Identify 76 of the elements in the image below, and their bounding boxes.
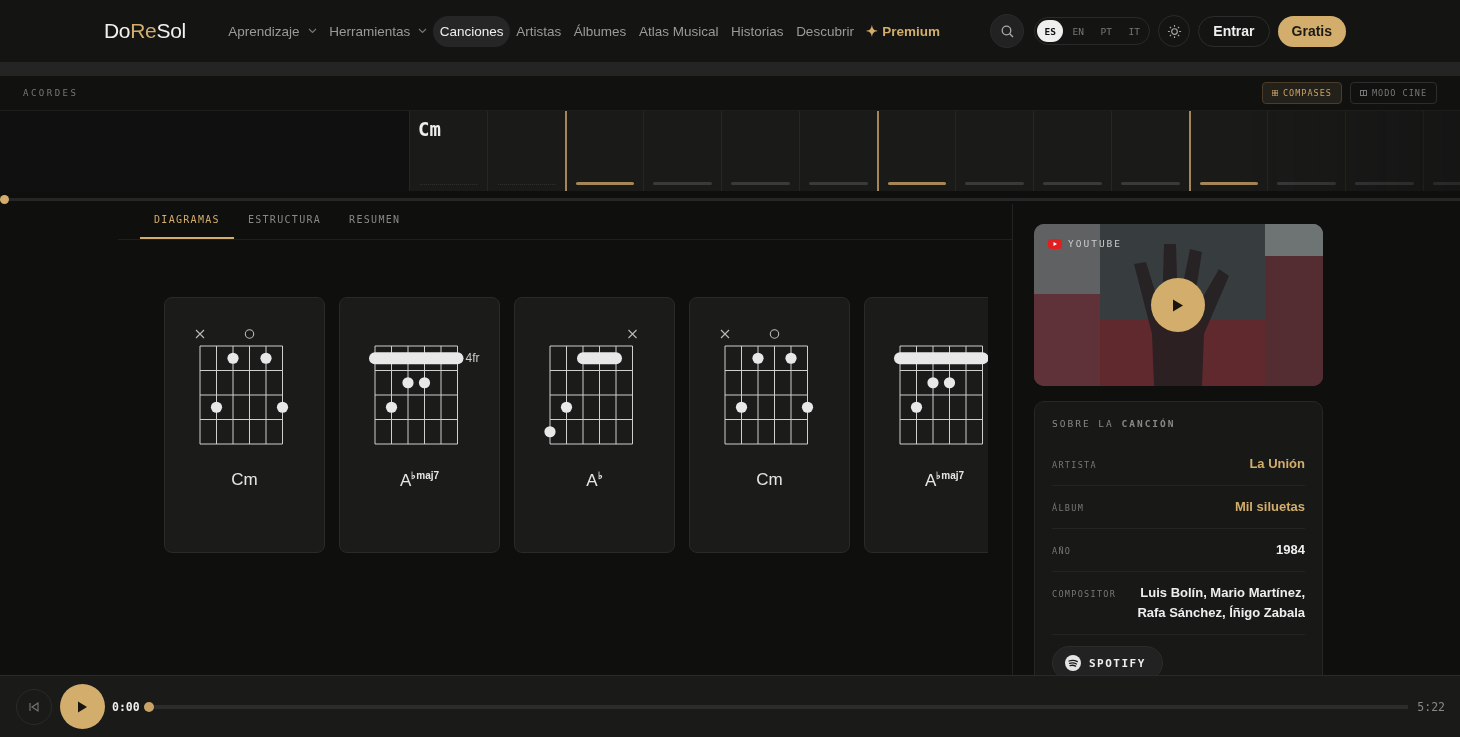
measure-cell[interactable] bbox=[799, 111, 877, 191]
seek-handle[interactable] bbox=[143, 701, 154, 712]
nav-menu[interactable]: Herramientas bbox=[322, 15, 434, 47]
chord-name: Cm bbox=[756, 470, 783, 490]
chord-name: A$^{♭maj7}$ bbox=[924, 470, 965, 491]
nav-link[interactable]: Canciones bbox=[433, 15, 510, 47]
video-source-label: YOUTUBE bbox=[1068, 238, 1123, 249]
chord-name: Cm bbox=[231, 470, 258, 490]
chord-card[interactable]: A$^{♭}$ bbox=[514, 297, 675, 553]
toggle-button[interactable]: COMPASES bbox=[1262, 82, 1342, 104]
info-label: AÑO bbox=[1052, 546, 1072, 556]
spotify-icon bbox=[1065, 655, 1081, 671]
measure-cell[interactable] bbox=[955, 111, 1033, 191]
measure-cell[interactable] bbox=[1033, 111, 1111, 191]
chord-card[interactable]: 4fr A$^{♭maj7}$ bbox=[339, 297, 500, 553]
section-label: ACORDES bbox=[23, 88, 79, 98]
tab[interactable]: DIAGRAMAS bbox=[140, 202, 234, 239]
playhead-handle[interactable] bbox=[0, 195, 9, 204]
spotify-button[interactable]: SPOTIFY bbox=[1052, 646, 1163, 675]
info-link[interactable]: La Unión bbox=[1249, 454, 1305, 474]
skip-back-icon bbox=[29, 701, 39, 712]
search-button[interactable] bbox=[990, 14, 1025, 48]
language-option[interactable]: EN bbox=[1065, 20, 1092, 42]
chord-label: Cm bbox=[418, 118, 441, 140]
info-label: COMPOSITOR bbox=[1052, 589, 1117, 599]
screen-icon bbox=[1359, 90, 1367, 96]
measure-cell[interactable] bbox=[565, 111, 643, 191]
measure-cell[interactable] bbox=[877, 111, 955, 191]
measure-cell[interactable] bbox=[1267, 111, 1345, 191]
info-value: Luis Bolín, Mario Martínez, Rafa Sánchez, Íñigo Zabala bbox=[1136, 584, 1305, 622]
measure-cell[interactable] bbox=[1345, 111, 1423, 191]
measure-cell[interactable] bbox=[1111, 111, 1189, 191]
video-icon bbox=[1048, 238, 1062, 249]
logo[interactable]: DoReSol bbox=[104, 19, 186, 43]
chord-name: A$^{♭}$ bbox=[586, 470, 603, 491]
language-option[interactable]: IT bbox=[1121, 20, 1148, 42]
nav-link[interactable]: Álbumes bbox=[567, 15, 633, 47]
measure-cell[interactable] bbox=[643, 111, 721, 191]
signup-button[interactable]: Gratis bbox=[1277, 15, 1346, 47]
duration: 5:22 bbox=[1417, 699, 1445, 714]
toggle-button[interactable]: MODO CINE bbox=[1349, 82, 1437, 104]
grid-icon bbox=[1272, 90, 1278, 96]
chord-name: A$^{♭maj7}$ bbox=[399, 470, 440, 491]
info-label: ARTISTA bbox=[1052, 460, 1097, 470]
fret-label: 4fr bbox=[465, 351, 479, 366]
play-button[interactable] bbox=[60, 684, 105, 729]
info-value: 1984 bbox=[1276, 541, 1305, 559]
play-icon bbox=[77, 700, 88, 713]
card-title: SOBRE LA CANCIÓN bbox=[1052, 418, 1177, 429]
tab[interactable]: ESTRUCTURA bbox=[233, 202, 336, 239]
timeline-track[interactable] bbox=[0, 195, 1460, 204]
measure-cell[interactable] bbox=[487, 111, 565, 191]
nav-menu[interactable]: Aprendizaje bbox=[221, 15, 323, 47]
language-option[interactable]: ES bbox=[1037, 20, 1064, 42]
play-icon bbox=[1172, 298, 1184, 312]
info-label: ÁLBUM bbox=[1052, 503, 1085, 513]
current-time: 0:00 bbox=[112, 699, 140, 714]
language-option[interactable]: PT bbox=[1093, 20, 1120, 42]
measure-cell[interactable] bbox=[1189, 111, 1267, 191]
chord-card[interactable]: Cm bbox=[164, 297, 325, 553]
search-icon bbox=[1000, 24, 1014, 38]
chord-card[interactable]: Cm bbox=[689, 297, 850, 553]
nav-link[interactable]: Artistas bbox=[509, 15, 568, 47]
tab[interactable]: RESUMEN bbox=[335, 202, 415, 239]
measure-cell[interactable] bbox=[721, 111, 799, 191]
measure-cell[interactable]: Cm bbox=[409, 111, 487, 191]
info-link[interactable]: Mil siluetas bbox=[1234, 497, 1305, 517]
sun-icon bbox=[1166, 23, 1182, 39]
nav-link[interactable]: Atlas Musical bbox=[632, 15, 725, 47]
chevron-icon bbox=[307, 28, 317, 34]
premium-link[interactable]: ✦ Premium bbox=[860, 15, 947, 47]
nav-link[interactable]: Descubrir bbox=[789, 15, 861, 47]
nav-link[interactable]: Historias bbox=[724, 15, 790, 47]
chevron-icon bbox=[418, 28, 428, 34]
video-player[interactable]: YOUTUBE bbox=[1034, 224, 1323, 386]
chord-card[interactable]: A$^{♭maj7}$ bbox=[864, 297, 988, 553]
